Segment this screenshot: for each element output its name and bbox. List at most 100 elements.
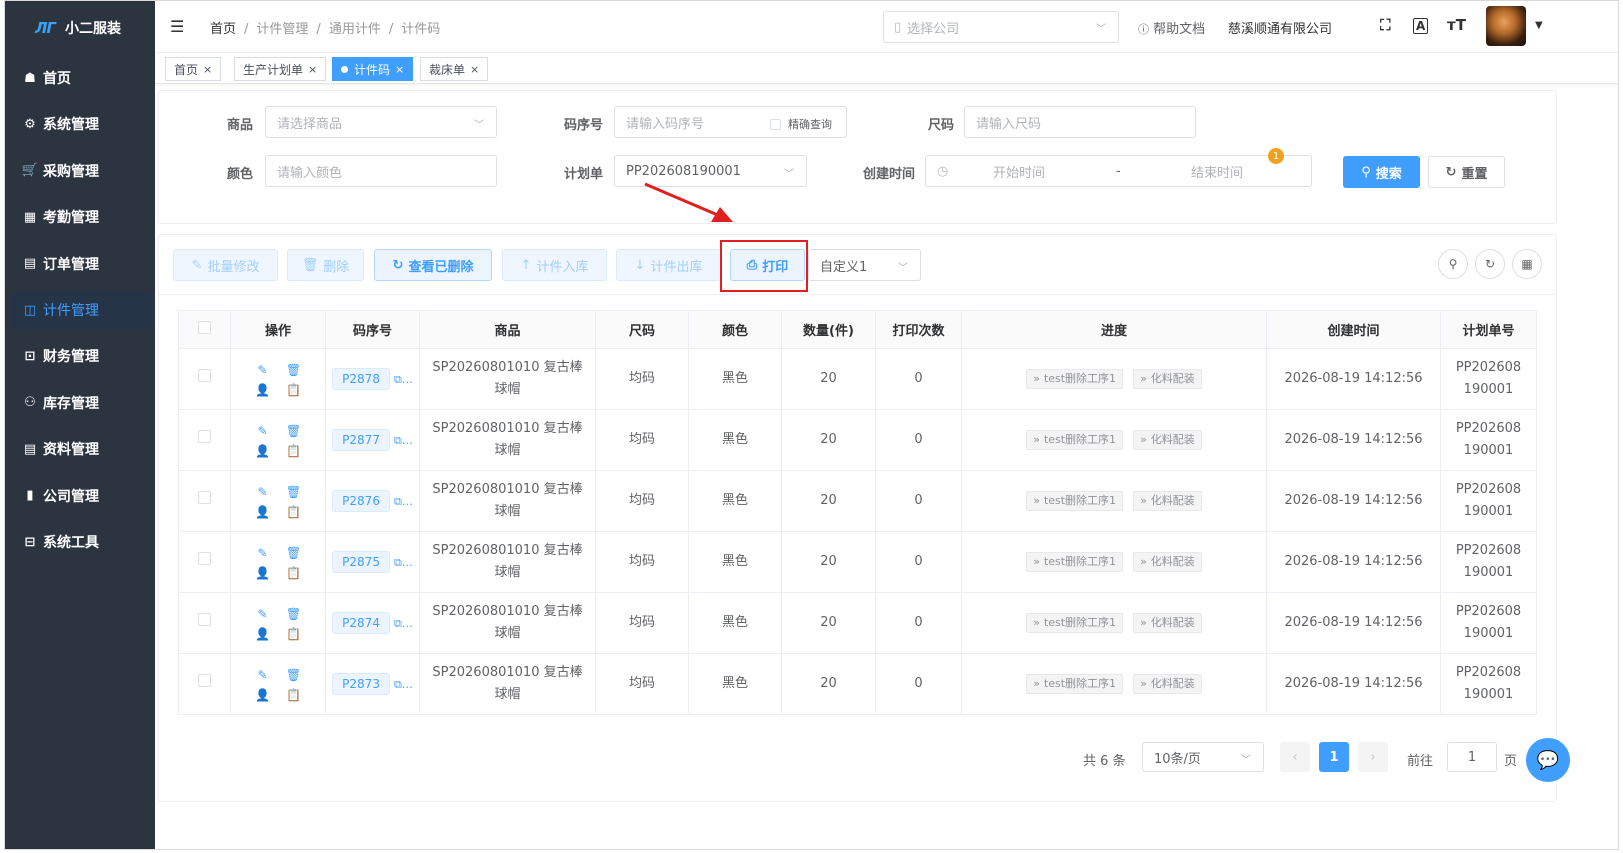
columns-icon[interactable]: ▦ — [1512, 249, 1542, 279]
menu-toggle-icon[interactable]: ☰ — [170, 17, 184, 36]
copy-icon[interactable]: ⧉… — [394, 617, 413, 630]
clipboard-icon[interactable]: 📋 — [284, 442, 304, 460]
user-icon[interactable]: 👤 — [253, 686, 273, 704]
edit-icon[interactable]: ✎ — [253, 544, 273, 562]
caret-down-icon[interactable]: ▼ — [1535, 20, 1543, 31]
search-button[interactable]: ⚲ 搜索 — [1343, 156, 1420, 188]
trash-icon[interactable]: 🗑 — [284, 422, 304, 440]
font-size-icon[interactable]: ᴛT — [1447, 16, 1466, 34]
tab-home[interactable]: 首页 × — [165, 57, 222, 81]
copy-icon[interactable]: ⧉… — [394, 373, 413, 386]
color-input[interactable]: 请输入颜色 — [265, 155, 497, 187]
company-select[interactable]: ▯ 选择公司 ﹀ — [883, 11, 1119, 43]
code-tag[interactable]: P2873 — [332, 672, 390, 695]
breadcrumb-item-home[interactable]: 首页 — [210, 22, 236, 37]
tab-production-plan[interactable]: 生产计划单 × — [234, 57, 327, 81]
next-page-button[interactable]: › — [1358, 742, 1388, 772]
row-select-cell[interactable] — [178, 470, 231, 532]
close-icon[interactable]: × — [470, 63, 479, 76]
trash-icon[interactable]: 🗑 — [284, 666, 304, 684]
code-tag[interactable]: P2874 — [332, 611, 390, 634]
reset-button[interactable]: ↻ 重置 — [1428, 156, 1505, 188]
date-range-picker[interactable]: ◷ 开始时间 - 结束时间 — [925, 155, 1312, 187]
close-icon[interactable]: × — [308, 63, 317, 76]
view-deleted-button[interactable]: ↻ 查看已删除 — [374, 249, 492, 281]
tab-piece-code[interactable]: 计件码 × — [332, 57, 414, 81]
row-checkbox[interactable] — [198, 430, 211, 443]
clipboard-icon[interactable]: 📋 — [284, 381, 304, 399]
checkbox[interactable] — [770, 118, 781, 130]
product-select[interactable]: 请选择商品 ﹀ — [265, 106, 497, 138]
select-all-cell[interactable] — [178, 310, 231, 349]
trash-icon[interactable]: 🗑 — [284, 483, 304, 501]
sidebar-item[interactable]: ⚙ 系统管理 — [11, 105, 151, 143]
code-tag[interactable]: P2878 — [332, 367, 390, 390]
page-number-current[interactable]: 1 — [1319, 742, 1349, 772]
print-template-select[interactable]: 自定义1 ﹀ — [808, 249, 921, 281]
trash-icon[interactable]: 🗑 — [284, 544, 304, 562]
sidebar-item[interactable]: ◫ 计件管理 — [11, 291, 151, 329]
row-select-cell[interactable] — [178, 348, 231, 410]
select-all-checkbox[interactable] — [198, 321, 211, 334]
sidebar-item[interactable]: ▮ 公司管理 — [11, 477, 151, 515]
clipboard-icon[interactable]: 📋 — [284, 625, 304, 643]
edit-icon[interactable]: ✎ — [253, 666, 273, 684]
copy-icon[interactable]: ⧉… — [394, 495, 413, 508]
page-size-select[interactable]: 10条/页 ﹀ — [1142, 742, 1264, 772]
sidebar-item[interactable]: 🛒 采购管理 — [11, 152, 151, 190]
close-icon[interactable]: × — [203, 63, 212, 76]
chat-icon[interactable]: 💬 — [1526, 738, 1570, 782]
goto-page-input[interactable]: 1 — [1447, 742, 1497, 772]
user-icon[interactable]: 👤 — [253, 503, 273, 521]
size-input[interactable]: 请输入尺码 — [964, 106, 1196, 138]
code-tag[interactable]: P2875 — [332, 550, 390, 573]
edit-icon[interactable]: ✎ — [253, 422, 273, 440]
user-icon[interactable]: 👤 — [253, 564, 273, 582]
clipboard-icon[interactable]: 📋 — [284, 564, 304, 582]
sidebar-item[interactable]: ▦ 考勤管理 — [11, 198, 151, 236]
help-link[interactable]: ⓘ 帮助文档 — [1138, 18, 1205, 37]
row-select-cell[interactable] — [178, 531, 231, 593]
exact-query-checkbox[interactable]: 精确查询 — [770, 116, 832, 132]
sidebar-item[interactable]: ▤ 订单管理 — [11, 245, 151, 283]
code-tag[interactable]: P2877 — [332, 428, 390, 451]
row-checkbox[interactable] — [198, 369, 211, 382]
edit-icon[interactable]: ✎ — [253, 483, 273, 501]
trash-icon[interactable]: 🗑 — [284, 361, 304, 379]
row-select-cell[interactable] — [178, 653, 231, 715]
sidebar-item[interactable]: ⚇ 库存管理 — [11, 384, 151, 422]
sidebar-item[interactable]: ☗ 首页 — [11, 59, 151, 97]
row-checkbox[interactable] — [198, 491, 211, 504]
row-checkbox[interactable] — [198, 552, 211, 565]
delete-button[interactable]: 🗑 删除 — [287, 249, 364, 281]
tab-cutting-order[interactable]: 裁床单 × — [420, 57, 489, 81]
code-tag[interactable]: P2876 — [332, 489, 390, 512]
sidebar-item[interactable]: ⊟ 系统工具 — [11, 523, 151, 561]
edit-icon[interactable]: ✎ — [253, 605, 273, 623]
fullscreen-icon[interactable]: ⛶ — [1380, 16, 1391, 34]
avatar[interactable] — [1486, 6, 1526, 46]
code-input[interactable]: 请输入码序号 精确查询 — [614, 106, 847, 138]
close-icon[interactable]: × — [395, 63, 404, 76]
copy-icon[interactable]: ⧉… — [394, 556, 413, 569]
stock-out-button[interactable]: ↓ 计件出库 — [616, 249, 721, 281]
refresh-icon[interactable]: ↻ — [1475, 249, 1505, 279]
copy-icon[interactable]: ⧉… — [394, 678, 413, 691]
row-select-cell[interactable] — [178, 409, 231, 471]
batch-edit-button[interactable]: ✎ 批量修改 — [173, 249, 278, 281]
user-icon[interactable]: 👤 — [253, 625, 273, 643]
clipboard-icon[interactable]: 📋 — [284, 503, 304, 521]
copy-icon[interactable]: ⧉… — [394, 434, 413, 447]
user-icon[interactable]: 👤 — [253, 442, 273, 460]
clipboard-icon[interactable]: 📋 — [284, 686, 304, 704]
sidebar-item[interactable]: ⊡ 财务管理 — [11, 337, 151, 375]
row-checkbox[interactable] — [198, 674, 211, 687]
user-icon[interactable]: 👤 — [253, 381, 273, 399]
plan-select[interactable]: PP202608190001 ﹀ — [614, 155, 807, 187]
trash-icon[interactable]: 🗑 — [284, 605, 304, 623]
row-checkbox[interactable] — [198, 613, 211, 626]
prev-page-button[interactable]: ‹ — [1280, 742, 1310, 772]
search-toggle-icon[interactable]: ⚲ — [1438, 249, 1468, 279]
stock-in-button[interactable]: ↑ 计件入库 — [502, 249, 607, 281]
edit-icon[interactable]: ✎ — [253, 361, 273, 379]
